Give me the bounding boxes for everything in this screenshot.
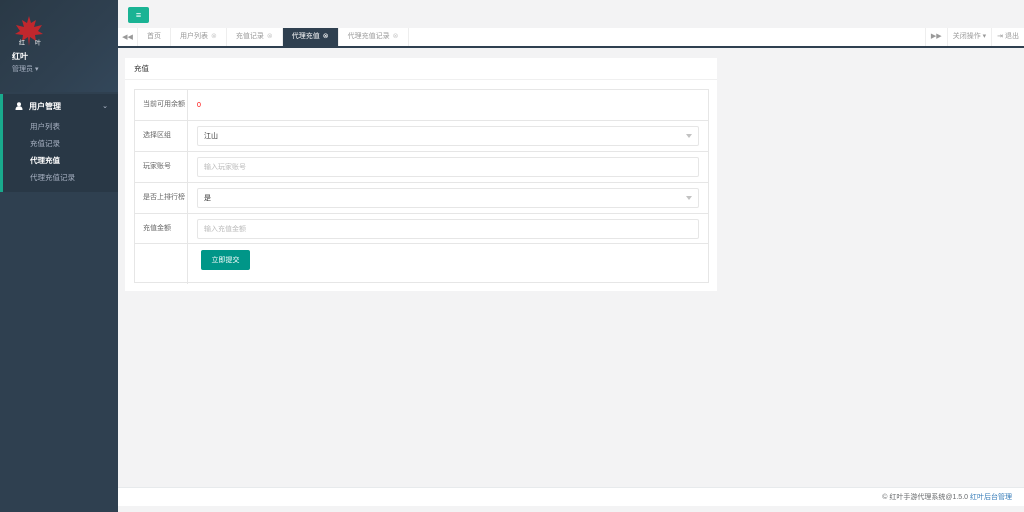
close-operations-label: 关闭操作 [952,33,981,40]
sidebar-item-recharge-records[interactable]: 充值记录 [3,135,118,152]
tab-label: 首页 [147,33,161,40]
tabs-right-controls: ▶▶ 关闭操作 ▾ ⇥ 退出 [924,28,1024,46]
double-chevron-right-icon: ▶▶ [930,33,942,40]
chevron-down-icon: ⌄ [102,103,108,110]
maple-leaf-logo: 红 叶 [15,16,43,47]
nav-group-header[interactable]: 用户管理 ⌄ [3,94,118,118]
close-operations-dropdown[interactable]: 关闭操作 ▾ [946,28,991,46]
scroll-left-button[interactable]: ◀◀ [118,28,138,46]
row-rank: 是否上排行榜 是 [135,183,708,214]
amount-label: 充值金额 [135,214,188,243]
tab-label: 充值记录 [235,33,264,40]
scroll-right-button[interactable]: ▶▶ [924,28,947,46]
zone-select[interactable]: 江山 [197,126,699,146]
nav-group-user-management: 用户管理 ⌄ 用户列表 充值记录 代理充值 代理充值记录 [0,94,118,192]
row-balance: 当前可用余额 0 [135,90,708,121]
balance-value: 0 [197,101,201,109]
logout-icon: ⇥ [997,33,1004,40]
svg-text:红: 红 [19,39,25,47]
submit-button[interactable]: 立即提交 [201,250,250,270]
profile-block: 红 叶 红叶 管理员 ▾ [0,0,118,92]
logout-label: 退出 [1005,33,1019,40]
row-amount: 充值金额 输入充值金额 [135,214,708,244]
tab-label: 代理充值记录 [347,33,390,40]
tab-agent-recharge-records[interactable]: 代理充值记录 ⊗ [339,28,409,46]
submit-label-cell [135,244,188,284]
tabs-bar: ◀◀ 首页 用户列表 ⊗ 充值记录 ⊗ 代理充值 ⊗ 代理充值记录 ⊗ ▶▶ 关闭操作 … [118,28,1024,48]
row-zone: 选择区组 江山 [135,121,708,152]
sidebar-nav: 用户管理 ⌄ 用户列表 充值记录 代理充值 代理充值记录 [0,94,118,192]
tab-recharge-records[interactable]: 充值记录 ⊗ [227,28,283,46]
footer: © 红叶手游代理系统@1.5.0 红叶后台管理 [118,487,1024,506]
balance-label: 当前可用余额 [135,90,188,120]
sidebar: 红 叶 红叶 管理员 ▾ 用户管理 ⌄ 用户列表 充值记录 代理充值 代理充值记… [0,0,118,512]
sidebar-item-user-list[interactable]: 用户列表 [3,118,118,135]
zone-select-value: 江山 [204,133,218,140]
rank-label: 是否上排行榜 [135,183,188,213]
menu-toggle-button[interactable]: ≡ [128,7,149,23]
hamburger-icon: ≡ [135,10,142,20]
chevron-down-icon [686,196,692,200]
amount-input[interactable]: 输入充值金额 [197,219,699,239]
chevron-down-icon [686,134,692,138]
sidebar-item-agent-recharge[interactable]: 代理充值 [3,152,118,169]
account-label: 玩家账号 [135,152,188,182]
tab-label: 代理充值 [291,33,320,40]
logout-button[interactable]: ⇥ 退出 [991,28,1024,46]
row-account: 玩家账号 输入玩家账号 [135,152,708,183]
recharge-panel: 充值 当前可用余额 0 选择区组 江山 玩家账号 输入玩家账号 是否上排行榜 是 [125,58,717,291]
account-input[interactable]: 输入玩家账号 [197,157,699,177]
tab-label: 用户列表 [180,33,208,40]
double-chevron-left-icon: ◀◀ [122,34,133,41]
recharge-form: 当前可用余额 0 选择区组 江山 玩家账号 输入玩家账号 是否上排行榜 是 充值… [134,89,709,284]
sidebar-item-agent-recharge-records[interactable]: 代理充值记录 [3,169,118,186]
topbar: ≡ [118,0,1024,28]
close-icon[interactable]: ⊗ [393,28,399,46]
nav-group-label: 用户管理 [29,101,61,111]
amount-placeholder: 输入充值金额 [204,226,246,233]
close-icon[interactable]: ⊗ [267,28,273,46]
footer-text: © 红叶手游代理系统@1.5.0 [882,494,969,501]
user-icon [15,102,23,110]
zone-label: 选择区组 [135,121,188,151]
tab-agent-recharge[interactable]: 代理充值 ⊗ [282,28,339,46]
tab-user-list[interactable]: 用户列表 ⊗ [171,28,227,46]
rank-select[interactable]: 是 [197,188,699,208]
profile-role-dropdown[interactable]: 管理员 ▾ [12,64,106,74]
svg-text:叶: 叶 [35,39,41,47]
chevron-down-icon: ▾ [34,66,39,73]
profile-name: 红叶 [12,52,28,61]
nav-submenu: 用户列表 充值记录 代理充值 代理充值记录 [3,118,118,192]
account-placeholder: 输入玩家账号 [204,164,246,171]
panel-title: 充值 [125,58,717,80]
tab-home[interactable]: 首页 [138,28,171,46]
rank-select-value: 是 [204,195,211,202]
profile-role-label: 管理员 [12,66,33,73]
close-icon[interactable]: ⊗ [323,28,329,46]
chevron-down-icon: ▾ [982,33,987,40]
footer-link[interactable]: 红叶后台管理 [970,494,1012,501]
close-icon[interactable]: ⊗ [211,28,217,46]
